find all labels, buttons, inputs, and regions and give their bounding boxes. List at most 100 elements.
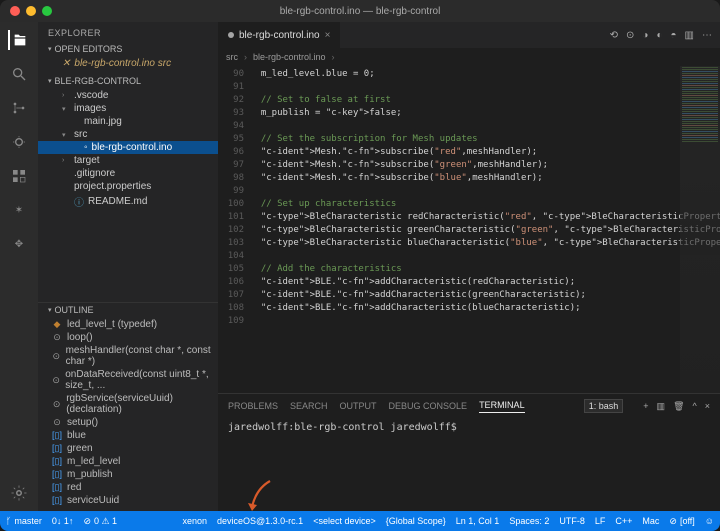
status-position[interactable]: Ln 1, Col 1 [456,516,500,526]
panel-tab-output[interactable]: OUTPUT [340,401,377,411]
outline-item[interactable]: ⊙onDataReceived(const uint8_t *, size_t,… [38,368,218,392]
status-deviceos[interactable]: deviceOS@1.3.0-rc.1 [217,516,303,526]
outline-header[interactable]: OUTLINE [38,303,218,317]
symbol-icon: [▯] [52,443,62,454]
symbol-icon: [▯] [52,495,62,506]
tree-file-readme[interactable]: ⓘ README.md [38,193,218,210]
status-select-device[interactable]: <select device> [313,516,376,526]
status-problems[interactable]: ⊘ 0 ⚠ 1 [83,516,117,527]
split-terminal-icon[interactable]: ▥ [657,401,666,412]
status-bar: ᚶ master 0↓ 1↑ ⊘ 0 ⚠ 1 xenon deviceOS@1.… [0,511,720,531]
panel-tab-search[interactable]: SEARCH [290,401,328,411]
symbol-icon: [▯] [52,456,62,467]
symbol-icon: ⊙ [52,351,61,362]
tree-folder-target[interactable]: ›target [38,154,218,167]
settings-icon[interactable] [9,483,29,503]
outline-item[interactable]: [▯]red [38,481,218,494]
outline-item[interactable]: [▯]m_publish [38,468,218,481]
symbol-icon: ⊙ [52,332,62,343]
outline-item[interactable]: ⊙rgbService(serviceUuid) (declaration) [38,392,218,416]
explorer-icon[interactable] [8,30,28,50]
source-control-icon[interactable] [9,98,29,118]
breadcrumb-file[interactable]: ble-rgb-control.ino [253,52,326,62]
symbol-icon: [▯] [52,469,62,480]
status-eol[interactable]: LF [595,516,606,526]
status-feedback-icon[interactable]: ☺ [705,516,714,526]
maximize-panel-icon[interactable]: ^ [693,401,697,412]
action-icon[interactable]: ◑ [642,30,648,41]
symbol-icon: [▯] [52,482,62,493]
panel-tab-problems[interactable]: PROBLEMS [228,401,278,411]
tree-file-projprop[interactable]: project.properties [38,180,218,193]
outline-item[interactable]: [▯]m_led_level [38,455,218,468]
add-terminal-icon[interactable]: + [643,401,648,412]
extensions-icon[interactable] [9,166,29,186]
tree-file-gitignore[interactable]: .gitignore [38,167,218,180]
status-spaces[interactable]: Spaces: 2 [509,516,549,526]
window-title: ble-rgb-control.ino — ble-rgb-control [0,6,720,17]
tools-icon[interactable]: ✥ [9,234,29,254]
panel-tabs: PROBLEMS SEARCH OUTPUT DEBUG CONSOLE TER… [218,394,720,418]
search-icon[interactable] [9,64,29,84]
code-body[interactable]: m_led_level.blue = 0; // Set to false at… [250,66,720,393]
open-editor-item[interactable]: ✕ ble-rgb-control.ino src [38,57,218,70]
tree-file-mainjpg[interactable]: main.jpg [38,115,218,128]
close-tab-icon[interactable]: × [325,30,331,41]
tree-folder-images[interactable]: ▾images [38,102,218,115]
status-encoding[interactable]: UTF-8 [559,516,585,526]
run-icon[interactable]: ⊙ [626,30,634,41]
symbol-icon: ◆ [52,319,62,330]
kill-terminal-icon[interactable]: 🗑 [673,401,684,412]
editor-actions: ⟲ ⊙ ◑ ◐ ◓ ▥ ⋯ [610,22,720,48]
symbol-icon: ⊙ [52,417,62,428]
status-sync[interactable]: 0↓ 1↑ [52,516,74,526]
modified-dot-icon [228,32,234,38]
status-branch[interactable]: ᚶ master [6,516,42,526]
outline-item[interactable]: ◆led_level_t (typedef) [38,318,218,331]
symbol-icon: ⊙ [52,399,61,410]
panel-tab-terminal[interactable]: TERMINAL [479,400,525,413]
split-icon[interactable]: ▥ [685,30,694,41]
action-icon[interactable]: ◐ [656,30,662,41]
outline-item[interactable]: ⊙loop() [38,331,218,344]
status-os[interactable]: Mac [642,516,659,526]
status-bell[interactable]: ⊘ [off] [669,516,694,527]
terminal-select[interactable]: 1: bash [584,399,624,413]
status-scope[interactable]: {Global Scope} [386,516,446,526]
breadcrumb[interactable]: src ble-rgb-control.ino [218,48,720,66]
debug-icon[interactable] [9,132,29,152]
outline-item[interactable]: [▯]green [38,442,218,455]
panel-tab-debug[interactable]: DEBUG CONSOLE [389,401,468,411]
bottom-panel: PROBLEMS SEARCH OUTPUT DEBUG CONSOLE TER… [218,393,720,511]
titlebar: ble-rgb-control.ino — ble-rgb-control [0,0,720,22]
tab-ino[interactable]: ble-rgb-control.ino × [218,22,341,48]
activity-bar: ✶ ✥ [0,22,38,511]
outline-item[interactable]: [▯]serviceUuid [38,494,218,507]
particle-icon[interactable]: ✶ [9,200,29,220]
tab-bar: ble-rgb-control.ino × ⟲ ⊙ ◑ ◐ ◓ ▥ ⋯ [218,22,720,48]
explorer-title: EXPLORER [38,22,218,42]
close-panel-icon[interactable]: × [705,401,710,412]
symbol-icon: [▯] [52,430,62,441]
status-target[interactable]: xenon [182,516,207,526]
outline-item[interactable]: ⊙setup() [38,416,218,429]
sidebar: EXPLORER OPEN EDITORS ✕ ble-rgb-control.… [38,22,218,511]
tree-folder-src[interactable]: ▾src [38,128,218,141]
open-editors-section[interactable]: OPEN EDITORS [38,42,218,56]
outline-item[interactable]: [▯]blue [38,429,218,442]
code-editor[interactable]: 90 91 92 93 94 95 96 97 98 99 100 101 10… [218,66,720,393]
minimap[interactable] [680,66,720,393]
more-icon[interactable]: ⋯ [702,30,712,41]
status-lang[interactable]: C++ [615,516,632,526]
action-icon[interactable]: ◓ [671,30,677,41]
terminal-body[interactable]: jaredwolff:ble-rgb-control jaredwolff$ [218,418,720,511]
terminal-prompt: jaredwolff:ble-rgb-control jaredwolff$ [228,422,457,433]
project-section[interactable]: BLE-RGB-CONTROL [38,74,218,88]
editor-group: ble-rgb-control.ino × ⟲ ⊙ ◑ ◐ ◓ ▥ ⋯ src … [218,22,720,511]
tab-label: ble-rgb-control.ino [239,30,320,41]
tree-folder-vscode[interactable]: ›.vscode [38,89,218,102]
tree-file-ino[interactable]: ◦ ble-rgb-control.ino [38,141,218,154]
compare-icon[interactable]: ⟲ [610,30,618,41]
outline-item[interactable]: ⊙meshHandler(const char *, const char *) [38,344,218,368]
breadcrumb-src[interactable]: src [226,52,238,62]
